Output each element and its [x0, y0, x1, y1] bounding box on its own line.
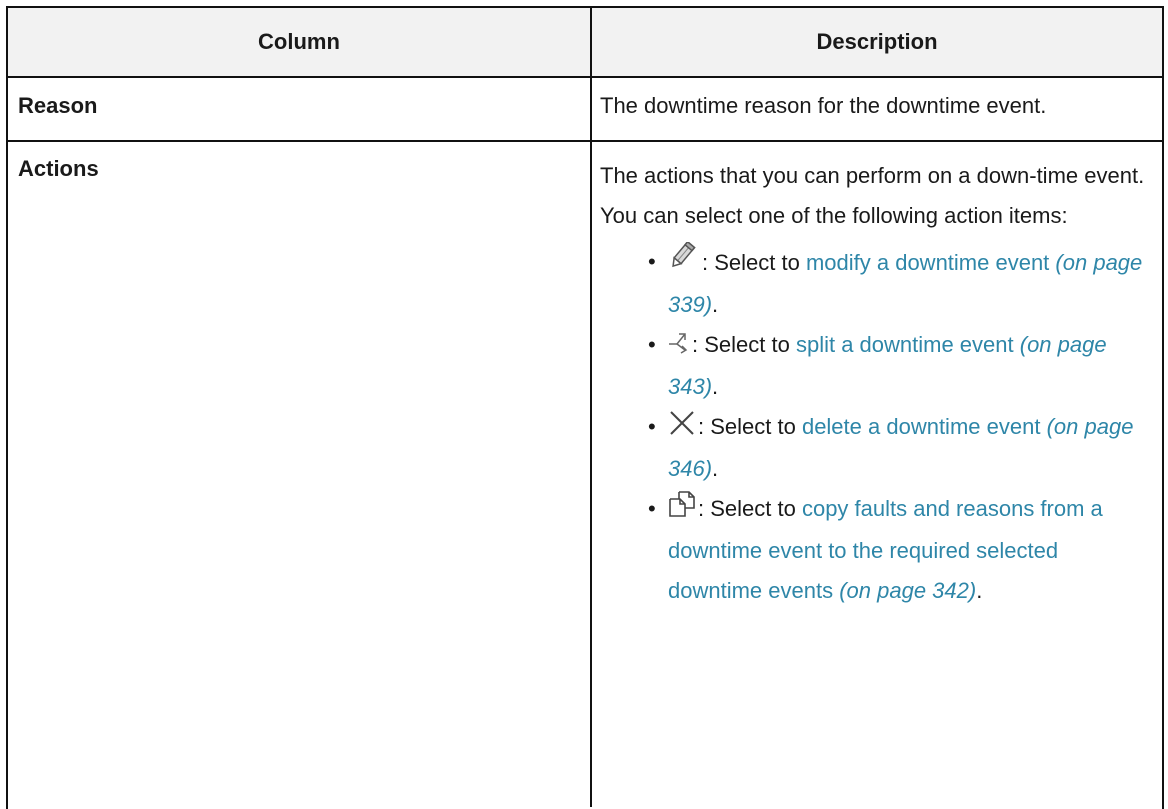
- list-item: • : Select to split a downtime event (on…: [648, 325, 1150, 407]
- split-downtime-link[interactable]: split a downtime event: [796, 332, 1014, 357]
- split-icon: [668, 327, 690, 367]
- column-header: Column: [8, 8, 592, 76]
- description-header: Description: [816, 29, 938, 54]
- pencil-icon: [668, 240, 700, 285]
- column-description-table: Column Description Reason The downtime r…: [6, 6, 1164, 809]
- modify-downtime-link[interactable]: modify a downtime event: [806, 250, 1049, 275]
- action-items-list: • : Select to modify a downtime event (o…: [600, 240, 1150, 611]
- table-row: Actions The actions that you can perform…: [8, 142, 1162, 807]
- actions-column-name: Actions: [8, 142, 592, 807]
- actions-intro: The actions that you can perform on a do…: [600, 163, 1145, 228]
- table-header-row: Column Description: [8, 8, 1162, 78]
- delete-downtime-link[interactable]: delete a downtime event: [802, 414, 1041, 439]
- reason-column-name: Reason: [8, 78, 592, 140]
- list-item: • : Select to modify a downtime event (o…: [648, 240, 1150, 325]
- reason-description: The downtime reason for the downtime eve…: [600, 93, 1047, 118]
- table-row: Reason The downtime reason for the downt…: [8, 78, 1162, 142]
- actions-description: The actions that you can perform on a do…: [592, 142, 1162, 807]
- list-item: • : Select to delete a downtime event (o…: [648, 407, 1150, 489]
- list-item: • : Select to copy faults and reasons fr…: [648, 489, 1150, 611]
- close-icon: [668, 409, 696, 449]
- copy-icon: [668, 490, 696, 531]
- page-reference[interactable]: (on page 342): [839, 578, 976, 603]
